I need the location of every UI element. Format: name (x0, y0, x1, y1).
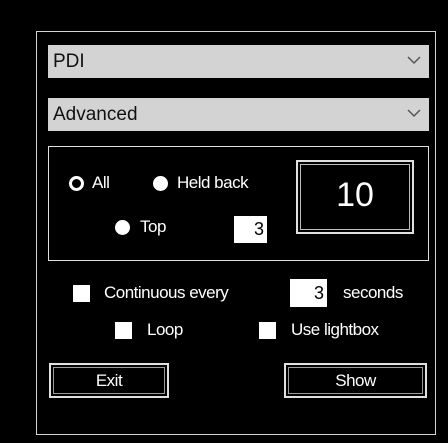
interval-input[interactable]: 3 (290, 279, 327, 307)
continuous-label: Continuous every (104, 283, 229, 302)
source-dropdown[interactable]: PDI (48, 45, 429, 78)
radio-held-back[interactable] (153, 176, 168, 191)
radio-top-label: Top (140, 217, 166, 236)
chevron-down-icon (407, 56, 421, 65)
mode-dropdown-value: Advanced (53, 104, 138, 125)
lightbox-checkbox[interactable] (259, 322, 276, 339)
show-button[interactable]: Show (284, 363, 427, 398)
radio-all-label: All (92, 173, 110, 192)
radio-top[interactable] (115, 220, 130, 235)
radio-all[interactable] (69, 176, 84, 191)
loop-label: Loop (147, 320, 183, 339)
continuous-checkbox[interactable] (73, 285, 90, 302)
lightbox-label: Use lightbox (291, 320, 379, 339)
mode-dropdown[interactable]: Advanced (48, 98, 429, 131)
chevron-down-icon (407, 109, 421, 118)
count-display-value: 10 (336, 176, 374, 214)
loop-checkbox[interactable] (115, 322, 132, 339)
source-dropdown-value: PDI (53, 51, 85, 72)
radio-held-back-label: Held back (177, 173, 249, 192)
exit-button[interactable]: Exit (49, 363, 169, 398)
top-count-input[interactable]: 3 (234, 216, 267, 243)
interval-unit-label: seconds (343, 283, 403, 302)
count-display: 10 (296, 160, 414, 234)
